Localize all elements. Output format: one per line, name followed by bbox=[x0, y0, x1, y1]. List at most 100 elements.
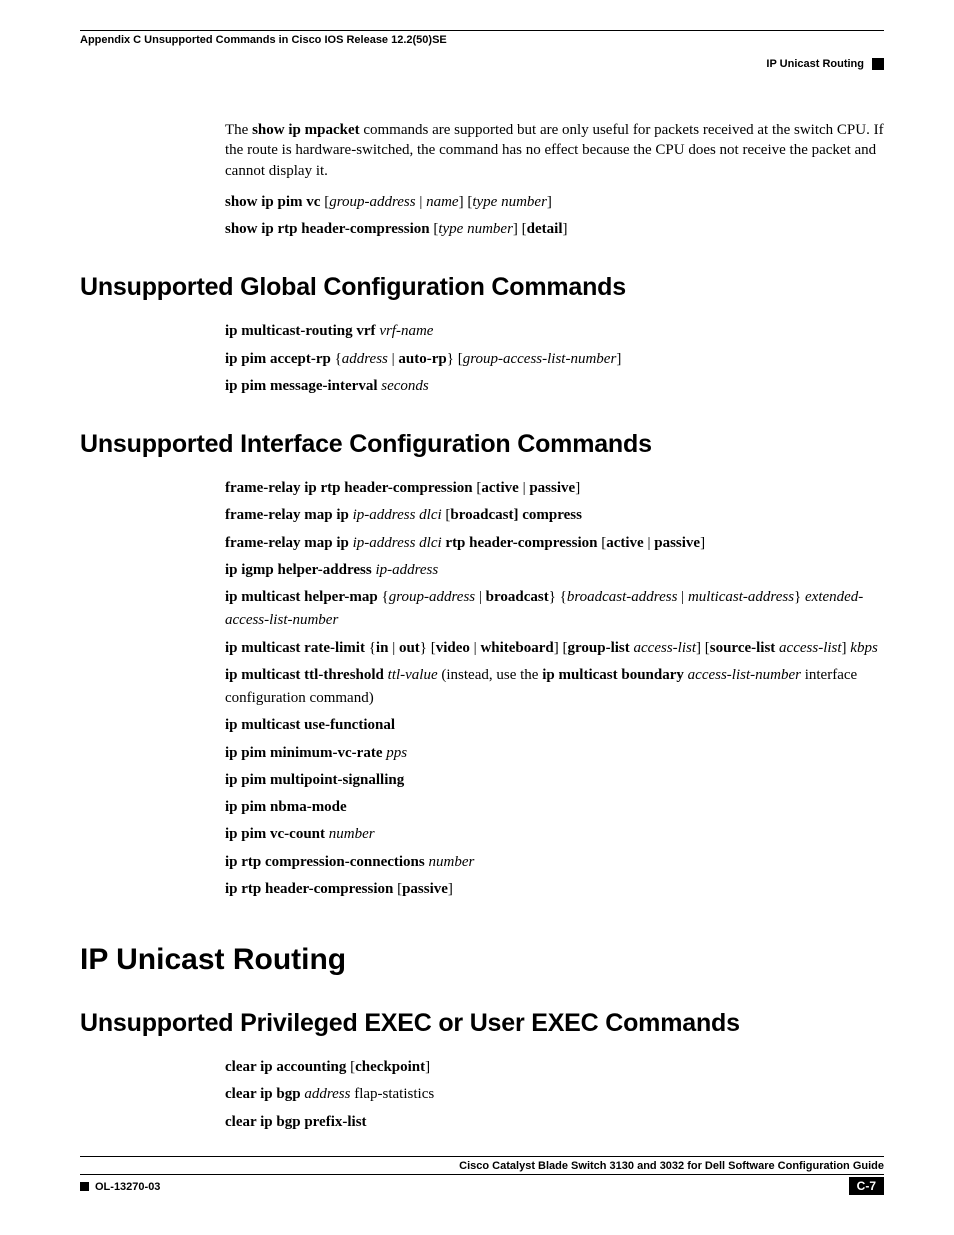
cmd: ip multicast ttl-threshold bbox=[225, 667, 388, 683]
section-heading-global: Unsupported Global Configuration Command… bbox=[80, 273, 884, 302]
cmd: show ip pim vc bbox=[225, 194, 320, 210]
kw: auto-rp bbox=[398, 351, 446, 367]
cmd: ip pim multipoint-signalling bbox=[225, 772, 404, 788]
cmd-line: ip multicast-routing vrf vrf-name bbox=[225, 320, 884, 343]
cmd-line: clear ip bgp prefix-list bbox=[225, 1111, 884, 1134]
arg: number bbox=[329, 826, 375, 842]
t: | bbox=[416, 194, 427, 210]
kw: checkpoint bbox=[355, 1059, 425, 1075]
chapter-heading: IP Unicast Routing bbox=[80, 943, 884, 977]
t: | bbox=[519, 480, 530, 496]
arg: broadcast-address bbox=[567, 589, 678, 605]
footer-left: OL-13270-03 bbox=[80, 1178, 160, 1195]
kw: passive bbox=[402, 881, 448, 897]
arg: ip-address bbox=[375, 562, 438, 578]
cmd-line: ip pim nbma-mode bbox=[225, 796, 884, 819]
kw: passive bbox=[654, 535, 700, 551]
kw: source-list bbox=[710, 640, 779, 656]
cmd-line: ip pim accept-rp {address | auto-rp} [gr… bbox=[225, 348, 884, 371]
kw: ip multicast boundary bbox=[542, 667, 687, 683]
section-heading-exec: Unsupported Privileged EXEC or User EXEC… bbox=[80, 1009, 884, 1038]
cmd: clear ip accounting bbox=[225, 1059, 346, 1075]
header-topic: IP Unicast Routing bbox=[80, 58, 884, 70]
t: [ bbox=[393, 881, 402, 897]
cmd: frame-relay map ip bbox=[225, 535, 353, 551]
arg: group-access-list-number bbox=[463, 351, 617, 367]
arg: type number bbox=[472, 194, 547, 210]
doc-number: OL-13270-03 bbox=[95, 1181, 160, 1193]
t: } { bbox=[549, 589, 567, 605]
cmd: ip multicast-routing vrf bbox=[225, 323, 379, 339]
cmd: ip igmp helper-address bbox=[225, 562, 375, 578]
arg: group-address bbox=[329, 194, 415, 210]
cmd-line: show ip rtp header-compression [type num… bbox=[225, 218, 884, 241]
cmd: ip pim nbma-mode bbox=[225, 799, 347, 815]
cmd-line: ip pim minimum-vc-rate pps bbox=[225, 742, 884, 765]
t: ] bbox=[547, 194, 552, 210]
cmd-line: clear ip bgp address flap-statistics bbox=[225, 1083, 884, 1106]
arg: address bbox=[342, 351, 388, 367]
t: ] compress bbox=[513, 507, 581, 523]
t: ] bbox=[842, 640, 851, 656]
arg: seconds bbox=[381, 378, 429, 394]
top-rule bbox=[80, 30, 884, 31]
kw: video bbox=[436, 640, 470, 656]
t: flap-statistics bbox=[350, 1086, 434, 1102]
cmd-line: ip multicast use-functional bbox=[225, 714, 884, 737]
kw: broadcast bbox=[486, 589, 549, 605]
t: ] [ bbox=[513, 221, 527, 237]
kw: out bbox=[399, 640, 420, 656]
arg: access-list bbox=[634, 640, 696, 656]
kw: active bbox=[606, 535, 643, 551]
cmd: clear ip bgp bbox=[225, 1086, 304, 1102]
arg: kbps bbox=[850, 640, 878, 656]
text-bold: show ip mpacket bbox=[252, 122, 360, 138]
arg: ttl-value bbox=[388, 667, 438, 683]
kw: whiteboard bbox=[480, 640, 553, 656]
t: | bbox=[644, 535, 655, 551]
t: ] bbox=[563, 221, 568, 237]
t: | bbox=[475, 589, 486, 605]
content-column: The show ip mpacket commands are support… bbox=[225, 120, 884, 1134]
arg: name bbox=[426, 194, 459, 210]
t: | bbox=[470, 640, 481, 656]
cmd: show ip rtp header-compression bbox=[225, 221, 430, 237]
t: ] bbox=[575, 480, 580, 496]
kw: in bbox=[376, 640, 389, 656]
arg: access-list bbox=[779, 640, 841, 656]
cmd-line: ip pim message-interval seconds bbox=[225, 375, 884, 398]
footer-title-text: Cisco Catalyst Blade Switch 3130 and 303… bbox=[459, 1160, 884, 1172]
t: } [ bbox=[447, 351, 463, 367]
cmd: frame-relay map ip bbox=[225, 507, 353, 523]
header-topic-text: IP Unicast Routing bbox=[766, 58, 864, 70]
t: } [ bbox=[420, 640, 436, 656]
cmd-line: ip rtp compression-connections number bbox=[225, 851, 884, 874]
t: [ bbox=[320, 194, 329, 210]
cmd: ip pim message-interval bbox=[225, 378, 381, 394]
arg: address bbox=[304, 1086, 350, 1102]
cmd-line: ip multicast rate-limit {in | out} [vide… bbox=[225, 637, 884, 660]
cmd: clear ip bgp prefix-list bbox=[225, 1114, 367, 1130]
cmd: ip pim minimum-vc-rate bbox=[225, 745, 386, 761]
cmd: ip multicast helper-map bbox=[225, 589, 378, 605]
cmd-line: clear ip accounting [checkpoint] bbox=[225, 1056, 884, 1079]
t: ] bbox=[448, 881, 453, 897]
t: ] [ bbox=[696, 640, 710, 656]
t: { bbox=[365, 640, 376, 656]
t: | bbox=[388, 351, 399, 367]
cmd: ip pim accept-rp bbox=[225, 351, 331, 367]
t: ] bbox=[616, 351, 621, 367]
t: ] [ bbox=[554, 640, 568, 656]
cmd-line: show ip pim vc [group-address | name] [t… bbox=[225, 191, 884, 214]
cmd: ip pim vc-count bbox=[225, 826, 329, 842]
t: | bbox=[388, 640, 399, 656]
t: { bbox=[331, 351, 342, 367]
t: ] bbox=[425, 1059, 430, 1075]
cmd-line: ip multicast helper-map {group-address |… bbox=[225, 586, 884, 633]
cmd-line: frame-relay map ip ip-address dlci [broa… bbox=[225, 504, 884, 527]
arg: access-list-number bbox=[688, 667, 801, 683]
kw: active bbox=[481, 480, 518, 496]
page-number-badge: C-7 bbox=[849, 1177, 884, 1195]
t: | bbox=[677, 589, 688, 605]
cmd-line: ip pim vc-count number bbox=[225, 823, 884, 846]
